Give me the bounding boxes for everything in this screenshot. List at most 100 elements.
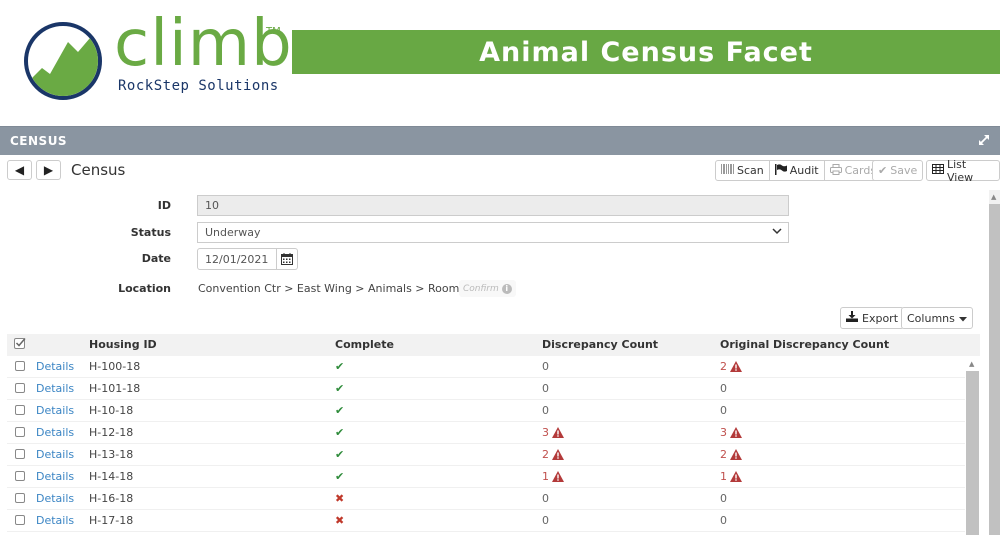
original-discrepancy-value: 0 [720,404,727,417]
status-select[interactable]: Underway [197,222,789,243]
location-label: Location [118,282,171,295]
print-icon [829,163,842,178]
header-discrepancy-count[interactable]: Discrepancy Count [542,338,658,351]
row-checkbox[interactable] [15,471,25,481]
page-scroll-thumb[interactable] [989,204,1000,535]
details-link[interactable]: Details [36,404,74,417]
details-link[interactable]: Details [36,448,74,461]
status-label: Status [130,226,171,239]
original-discrepancy-count: 3 [720,426,742,441]
date-input[interactable]: 12/01/2021 [197,248,277,270]
row-checkbox[interactable] [15,427,25,437]
flag-icon [774,163,787,178]
discrepancy-count: 0 [542,404,549,417]
list-view-button[interactable]: List View [926,158,1000,184]
page-scrollbar[interactable]: ▲ [989,190,1000,535]
barcode-icon [721,164,734,177]
header-housing-id[interactable]: Housing ID [89,338,157,351]
table-row[interactable]: Details H-12-18 ✔ 3 3 [7,422,965,444]
original-discrepancy-count: 2 [720,360,742,375]
table-row[interactable]: Details H-14-18 ✔ 1 1 [7,466,965,488]
scroll-up-icon[interactable]: ▲ [991,193,996,201]
original-discrepancy-value: 2 [720,448,727,461]
discrepancy-count: 3 [542,426,564,441]
warning-icon [730,427,742,441]
housing-id: H-13-18 [89,448,134,461]
table-row[interactable]: Details H-10-18 ✔ 0 0 [7,400,965,422]
next-button[interactable]: ▶ [36,160,61,180]
save-label: Save [890,164,918,177]
expand-arrows-icon[interactable] [977,133,991,147]
row-checkbox[interactable] [15,449,25,459]
table-row[interactable]: Details H-101-18 ✔ 0 0 [7,378,965,400]
calendar-icon [280,250,293,269]
calendar-button[interactable] [276,248,298,270]
original-discrepancy-value: 0 [720,382,727,395]
row-checkbox[interactable] [15,383,25,393]
details-link[interactable]: Details [36,382,74,395]
export-label: Export [862,311,899,325]
status-value: Underway [205,226,261,239]
logo-subtitle: RockStep Solutions [118,78,279,94]
select-all-checkbox[interactable] [14,337,26,352]
page-title: Census [71,161,126,179]
info-icon: i [501,283,512,294]
row-checkbox[interactable] [15,361,25,371]
details-link[interactable]: Details [36,514,74,527]
row-checkbox[interactable] [15,493,25,503]
chevron-down-icon [772,227,782,238]
original-discrepancy-value: 0 [720,492,727,505]
list-view-group: List View [926,158,1000,184]
facet-header: CENSUS [0,126,1000,155]
mountain-logo-icon [24,22,102,100]
grid-scrollbar[interactable]: ▲ [966,356,979,535]
climb-logo: climb TM RockStep Solutions [22,12,292,105]
check-icon: ✔ [878,164,888,177]
table-row[interactable]: Details H-16-18 ✖ 0 0 [7,488,965,510]
row-checkbox[interactable] [15,515,25,525]
housing-id: H-16-18 [89,492,134,505]
discrepancy-value: 1 [542,470,549,483]
header-complete[interactable]: Complete [335,338,394,351]
details-link[interactable]: Details [36,426,74,439]
incomplete-x-icon: ✖ [335,514,345,527]
table-row[interactable]: Details H-13-18 ✔ 2 2 [7,444,965,466]
columns-label: Columns [907,311,955,325]
scroll-up-icon[interactable]: ▲ [969,360,974,368]
original-discrepancy-count: 1 [720,470,742,485]
original-discrepancy-value: 2 [720,360,727,373]
scan-button[interactable]: Scan [715,160,770,181]
confirm-label: Confirm [463,283,499,294]
save-button[interactable]: ✔ Save [872,160,924,181]
header-original-discrepancy-count[interactable]: Original Discrepancy Count [720,338,889,351]
confirm-location-button[interactable]: Confirm i [459,280,516,297]
original-discrepancy-count: 0 [720,382,727,395]
audit-label: Audit [789,164,819,177]
warning-icon [552,449,564,463]
warning-icon [730,471,742,485]
previous-button[interactable]: ◀ [7,160,32,180]
complete-check-icon: ✔ [335,404,345,417]
banner: climb TM RockStep Solutions Animal Censu… [0,0,1000,126]
audit-button[interactable]: Audit [769,160,825,181]
details-link[interactable]: Details [36,492,74,505]
discrepancy-value: 0 [542,360,549,373]
original-discrepancy-value: 0 [720,514,727,527]
details-link[interactable]: Details [36,470,74,483]
export-button[interactable]: Export [840,307,905,329]
discrepancy-value: 0 [542,514,549,527]
columns-dropdown[interactable]: Columns [901,307,973,329]
original-discrepancy-count: 0 [720,492,727,505]
facet-title: CENSUS [10,134,68,148]
id-field: 10 [197,195,789,216]
row-checkbox[interactable] [15,405,25,415]
original-discrepancy-count: 2 [720,448,742,463]
table-row[interactable]: Details H-100-18 ✔ 0 2 [7,356,965,378]
discrepancy-value: 2 [542,448,549,461]
details-link[interactable]: Details [36,360,74,373]
grid-scroll-thumb[interactable] [966,371,979,535]
discrepancy-count: 0 [542,382,549,395]
grid-body: Details H-100-18 ✔ 0 2 Details H-101-18 ✔ 0 0 Deta… [7,356,965,535]
caret-down-icon [958,312,967,325]
table-row[interactable]: Details H-17-18 ✖ 0 0 [7,510,965,532]
